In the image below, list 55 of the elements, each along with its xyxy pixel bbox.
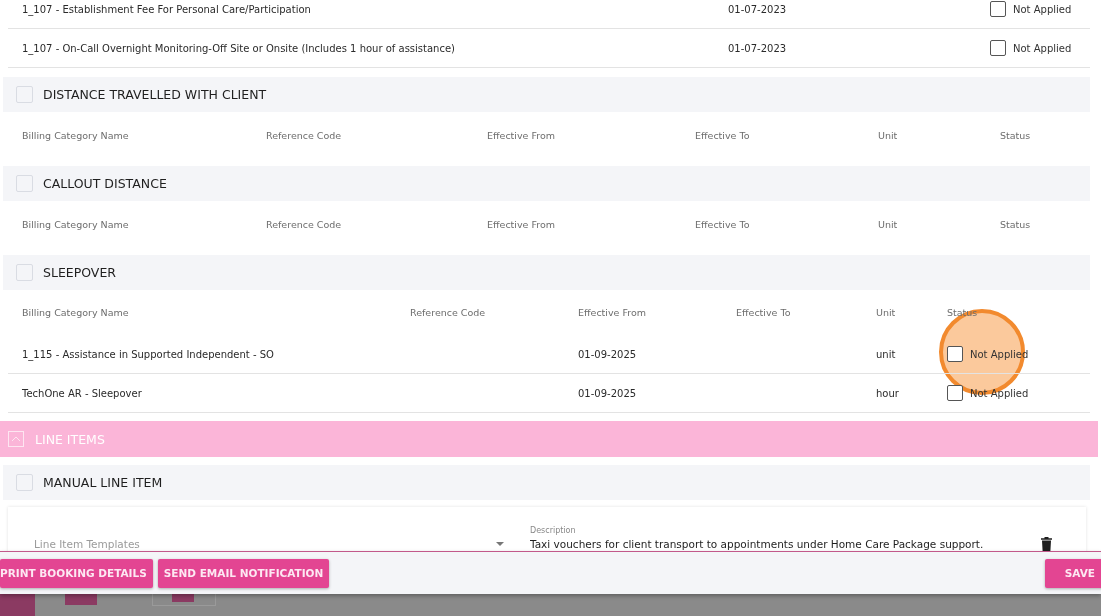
column-header: Reference Code <box>410 307 487 318</box>
status-text: Not Applied <box>970 348 1029 360</box>
backdrop-block <box>65 594 97 605</box>
column-header: Unit <box>876 307 897 318</box>
caret-icon <box>496 542 504 546</box>
status-text: Not Applied <box>1013 42 1072 54</box>
column-header: Billing Category Name <box>22 307 130 318</box>
checkbox[interactable] <box>990 1 1006 17</box>
collapse-icon <box>16 474 33 491</box>
column-header: Reference Code <box>266 218 343 230</box>
section-header[interactable]: DISTANCE TRAVELLED WITH CLIENT <box>3 77 1090 112</box>
section-title: CALLOUT DISTANCE <box>43 176 167 191</box>
checkbox[interactable] <box>947 385 963 401</box>
backdrop-control <box>152 594 216 606</box>
column-header: Billing Category Name <box>22 129 130 141</box>
column-header: Effective From <box>487 129 556 141</box>
column-header: Unit <box>878 218 899 230</box>
section-header[interactable]: CALLOUT DISTANCE <box>3 166 1090 201</box>
section-header[interactable]: SLEEPOVER <box>3 255 1090 290</box>
column-header: Billing Category Name <box>22 218 130 230</box>
column-header: Effective To <box>695 218 751 230</box>
column-header: Status <box>1000 218 1032 230</box>
table-cell-text: hour <box>876 387 900 399</box>
field-label: Description <box>530 526 577 535</box>
backdrop-block <box>0 594 35 616</box>
table-cell-text: 1_107 - On-Call Overnight Monitoring-Off Site or Onsite (Includes 1 hour of assistance) <box>22 42 456 54</box>
table-cell-text: 1_107 - Establishment Fee For Personal Care/Participation <box>22 3 312 15</box>
table-cell-text: unit <box>876 348 897 360</box>
table-cell-text: 01-09-2025 <box>578 387 638 399</box>
description-field[interactable]: Taxi vouchers for client transport to appointments under Home Care Package support. <box>530 535 1015 553</box>
column-header: Unit <box>878 129 899 141</box>
table-cell-text: 01-09-2025 <box>578 348 638 360</box>
column-header: Effective To <box>695 129 751 141</box>
column-header: Reference Code <box>266 129 343 141</box>
trash-icon[interactable] <box>1041 537 1052 551</box>
checkbox[interactable] <box>990 40 1006 56</box>
checkbox[interactable] <box>947 346 963 362</box>
column-header: Effective From <box>578 307 647 318</box>
section-title: SLEEPOVER <box>43 265 116 280</box>
column-header: Effective From <box>487 218 556 230</box>
column-header: Status <box>1000 129 1032 141</box>
table-cell-text: TechOne AR - Sleepover <box>22 387 143 399</box>
field-placeholder: Line Item Templates <box>34 538 140 550</box>
status-text: Not Applied <box>1013 3 1072 15</box>
table-cell-text: 01-07-2023 <box>728 42 788 54</box>
collapse-icon <box>16 264 33 281</box>
section-title: MANUAL LINE ITEM <box>43 475 163 490</box>
collapse-icon <box>16 175 33 192</box>
section-title: LINE ITEMS <box>35 431 105 447</box>
section-title: DISTANCE TRAVELLED WITH CLIENT <box>43 87 267 102</box>
table-cell-text: 01-07-2023 <box>728 3 788 15</box>
section-header[interactable]: MANUAL LINE ITEM <box>3 465 1090 500</box>
collapse-icon <box>16 86 33 103</box>
column-header: Effective To <box>736 307 792 318</box>
table-cell-text: 1_115 - Assistance in Supported Independent - SO <box>22 348 275 360</box>
